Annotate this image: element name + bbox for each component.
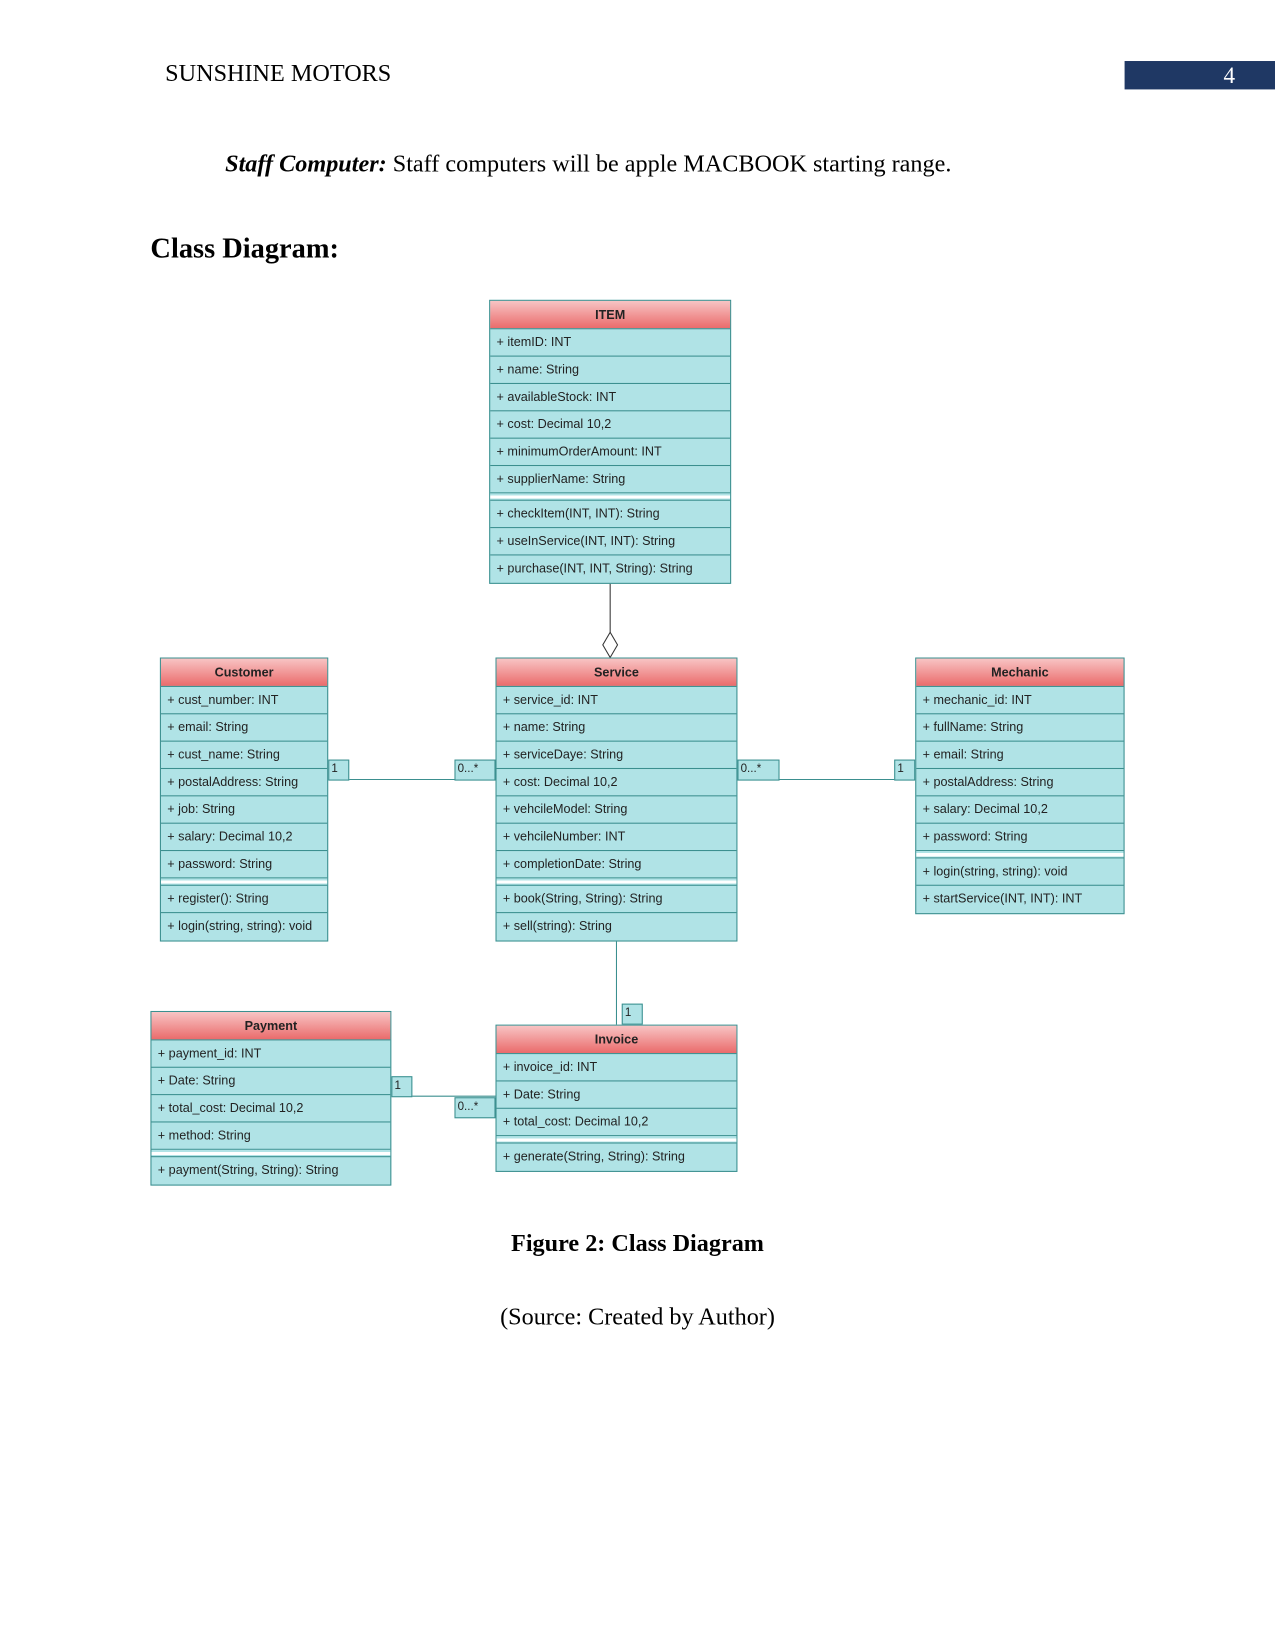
class-attribute: + cust_name: String <box>160 742 328 770</box>
multiplicity-label: 1 <box>894 759 916 781</box>
class-attribute: + minimumOrderAmount: INT <box>490 439 731 467</box>
class-method: + login(string, string): void <box>916 858 1124 886</box>
class-method: + useInService(INT, INT): String <box>490 528 731 556</box>
class-item: ITEM + itemID: INT + name: String + availab… <box>489 299 732 584</box>
class-name: Payment <box>151 1012 391 1041</box>
class-attribute: + invoice_id: INT <box>496 1054 737 1082</box>
class-attribute: + method: String <box>151 1122 391 1150</box>
class-attribute: + service_id: INT <box>496 687 737 715</box>
class-customer: Customer + cust_number: INT + email: Strin… <box>159 657 329 942</box>
class-invoice: Invoice + invoice_id: INT + Date: String + … <box>495 1024 738 1172</box>
class-attribute: + fullName: String <box>916 714 1124 742</box>
class-attribute: + completionDate: String <box>496 851 737 879</box>
multiplicity-label: 1 <box>391 1076 413 1098</box>
class-attribute: + availableStock: INT <box>490 384 731 412</box>
class-attribute: + serviceDaye: String <box>496 742 737 770</box>
class-method: + login(string, string): void <box>167 918 313 934</box>
class-attribute: + Date: String <box>496 1081 737 1109</box>
class-attribute: + cost: Decimal 10,2 <box>490 411 731 439</box>
class-attribute: + name: String <box>496 714 737 742</box>
class-attribute: + email: String <box>916 742 1124 770</box>
class-attribute: + password: String <box>160 851 328 879</box>
class-attribute: + name: String <box>490 357 731 384</box>
class-name: Mechanic <box>916 658 1124 687</box>
document-page: SUNSHINE MOTORS 4 Staff Computer: Staff … <box>0 0 1275 1650</box>
class-name: Invoice <box>496 1025 737 1055</box>
class-name: Customer <box>160 658 328 687</box>
class-attribute: + salary: Decimal 10,2 <box>916 796 1124 824</box>
class-method: + sell(string): String <box>502 918 612 934</box>
compartment-divider <box>496 1136 737 1144</box>
class-attribute: + vehcileNumber: INT <box>496 824 737 852</box>
class-attribute: + vehcileModel: String <box>496 796 737 824</box>
multiplicity-label: 0...* <box>454 759 496 781</box>
class-method: + startService(INT, INT): INT <box>922 891 1083 906</box>
multiplicity-label: 0...* <box>454 1097 496 1119</box>
class-method: + checkItem(INT, INT): String <box>490 501 731 529</box>
class-attribute: + password: String <box>916 824 1124 852</box>
multiplicity-label: 1 <box>621 1003 643 1025</box>
class-attribute: + supplierName: String <box>490 466 731 494</box>
aggregation-diamond <box>602 631 619 659</box>
class-name: Service <box>496 658 737 687</box>
compartment-divider <box>496 878 737 886</box>
multiplicity-label: 0...* <box>737 759 780 781</box>
compartment-divider <box>151 1149 391 1158</box>
class-attribute: + total_cost: Decimal 10,2 <box>151 1095 391 1123</box>
class-method: + generate(String, String): String <box>502 1148 685 1164</box>
class-attribute: + postalAddress: String <box>916 769 1124 797</box>
class-method: + purchase(INT, INT, String): String <box>496 560 693 576</box>
class-attribute: + mechanic_id: INT <box>916 687 1124 715</box>
class-attribute: + job: String <box>160 796 328 824</box>
figure-source: (Source: Created by Author) <box>500 1303 775 1330</box>
class-service: Service + service_id: INT + name: String + … <box>495 657 738 942</box>
class-attribute: + email: String <box>160 714 328 742</box>
class-attribute: + cust_number: INT <box>160 687 328 715</box>
compartment-divider <box>160 878 328 886</box>
figure-caption: Figure 2: Class Diagram <box>511 1229 764 1257</box>
multiplicity-label: 1 <box>328 759 350 781</box>
class-name: ITEM <box>490 300 731 330</box>
class-payment: Payment + payment_id: INT + Date: String + … <box>150 1010 392 1186</box>
compartment-divider <box>490 493 731 501</box>
compartment-divider <box>916 851 1124 859</box>
class-attribute: + total_cost: Decimal 10,2 <box>496 1109 737 1137</box>
class-attribute: + cost: Decimal 10,2 <box>496 769 737 797</box>
class-method: + payment(String, String): String <box>157 1162 339 1178</box>
class-attribute: + payment_id: INT <box>151 1040 391 1068</box>
class-attribute: + Date: String <box>151 1068 391 1096</box>
class-attribute: + postalAddress: String <box>160 769 328 797</box>
class-method: + register(): String <box>160 886 328 914</box>
class-mechanic: Mechanic + mechanic_id: INT + fullName: St… <box>915 657 1125 915</box>
class-attribute: + itemID: INT <box>490 329 731 357</box>
class-attribute: + salary: Decimal 10,2 <box>160 824 328 852</box>
class-method: + book(String, String): String <box>496 886 737 914</box>
